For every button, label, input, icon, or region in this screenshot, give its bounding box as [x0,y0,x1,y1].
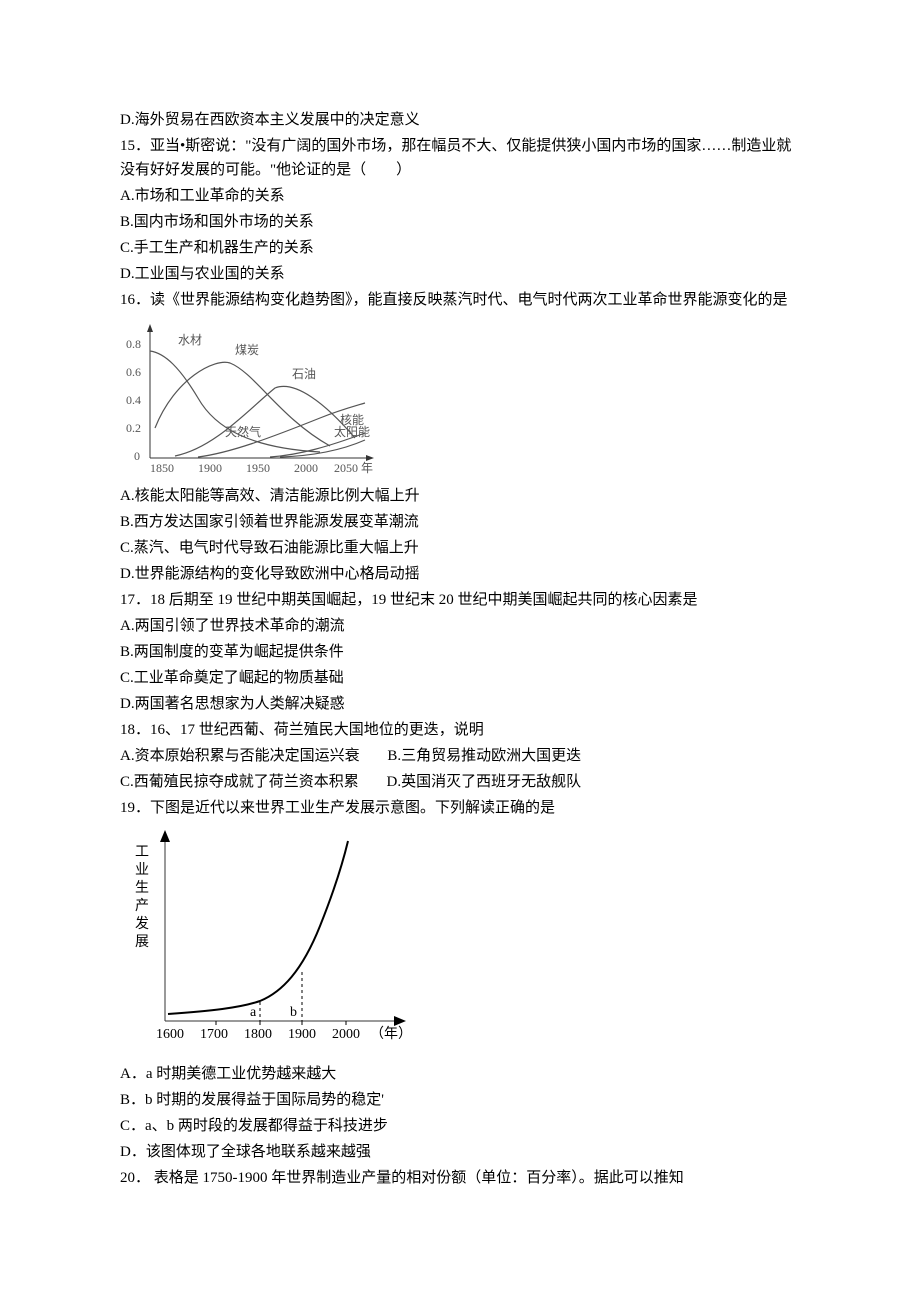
q19-option-b: B．b 时期的发展得益于国际局势的稳定' [120,1088,800,1112]
q15-option-c: C.手工生产和机器生产的关系 [120,236,800,260]
q18-option-c: C.西葡殖民掠夺成就了荷兰资本积累 [120,774,359,790]
svg-text:0.6: 0.6 [126,365,141,379]
svg-text:1850: 1850 [150,461,174,475]
svg-text:1700: 1700 [200,1027,228,1042]
svg-text:0.4: 0.4 [126,393,141,407]
label-oil: 石油 [292,367,316,381]
q16-option-d: D.世界能源结构的变化导致欧洲中心格局动摇 [120,562,800,586]
svg-text:0: 0 [134,449,140,463]
q16-option-b: B.西方发达国家引领着世界能源发展变革潮流 [120,510,800,534]
q16-option-c: C.蒸汽、电气时代导致石油能源比重大幅上升 [120,536,800,560]
svg-text:0.2: 0.2 [126,421,141,435]
q15-option-a: A.市场和工业革命的关系 [120,184,800,208]
svg-text:展: 展 [135,935,149,950]
svg-text:0.8: 0.8 [126,337,141,351]
q18-options-row2: C.西葡殖民掠夺成就了荷兰资本积累 D.英国消灭了西班牙无敌舰队 [120,770,800,794]
q16-option-a: A.核能太阳能等高效、清洁能源比例大幅上升 [120,484,800,508]
label-gas: 天然气 [225,424,261,439]
xlabel-year: （年） [370,1026,412,1042]
svg-text:1900: 1900 [198,461,222,475]
svg-text:1600: 1600 [156,1027,184,1042]
q20-stem: 20． 表格是 1750-1900 年世界制造业产量的相对份额（单位：百分率）。… [120,1166,800,1190]
svg-text:生: 生 [135,880,149,896]
marker-b: b [290,1005,297,1020]
q15-option-d: D.工业国与农业国的关系 [120,262,800,286]
q15-option-b: B.国内市场和国外市场的关系 [120,210,800,234]
q15-stem: 15．亚当•斯密说："没有广阔的国外市场，那在幅员不大、仅能提供狭小国内市场的国… [120,134,800,182]
svg-text:业: 业 [135,862,149,878]
q17-option-b: B.两国制度的变革为崛起提供条件 [120,640,800,664]
svg-text:2000: 2000 [332,1027,360,1042]
q19-stem: 19．下图是近代以来世界工业生产发展示意图。下列解读正确的是 [120,796,800,820]
ylabel-industrial: 工 [135,845,149,860]
label-wood: 水材 [178,333,202,347]
svg-text:1950: 1950 [246,461,270,475]
energy-structure-chart: 0.8 0.6 0.4 0.2 0 1850 1900 1950 2000 20… [120,318,800,478]
q18-option-d: D.英国消灭了西班牙无敌舰队 [387,774,582,790]
label-solar: 太阳能 [334,424,370,439]
q17-option-d: D.两国著名思想家为人类解决疑惑 [120,692,800,716]
svg-text:1800: 1800 [244,1027,272,1042]
q19-option-c: C．a、b 两时段的发展都得益于科技进步 [120,1114,800,1138]
q16-stem: 16．读《世界能源结构变化趋势图》，能直接反映蒸汽时代、电气时代两次工业革命世界… [120,288,800,312]
industrial-growth-chart: 工 业 生 产 发 展 1600 1700 1800 1900 2000 （年）… [120,826,800,1056]
q18-stem: 18．16、17 世纪西葡、荷兰殖民大国地位的更迭，说明 [120,718,800,742]
svg-text:1900: 1900 [288,1027,316,1042]
svg-text:产: 产 [135,898,149,914]
q14-option-d: D.海外贸易在西欧资本主义发展中的决定意义 [120,108,800,132]
q18-option-a: A.资本原始积累与否能决定国运兴衰 [120,748,360,764]
q19-option-d: D．该图体现了全球各地联系越来越强 [120,1140,800,1164]
marker-a: a [250,1005,257,1020]
svg-text:2000: 2000 [294,461,318,475]
q18-options-row1: A.资本原始积累与否能决定国运兴衰 B.三角贸易推动欧洲大国更迭 [120,744,800,768]
svg-text:发: 发 [135,916,149,932]
q18-option-b: B.三角贸易推动欧洲大国更迭 [387,748,581,764]
q19-option-a: A．a 时期美德工业优势越来越大 [120,1062,800,1086]
label-coal: 煤炭 [235,343,259,357]
q17-option-c: C.工业革命奠定了崛起的物质基础 [120,666,800,690]
q17-stem: 17．18 后期至 19 世纪中期英国崛起，19 世纪末 20 世纪中期美国崛起… [120,588,800,612]
document-page: D.海外贸易在西欧资本主义发展中的决定意义 15．亚当•斯密说："没有广阔的国外… [0,0,920,1302]
svg-text:2050 年: 2050 年 [334,461,373,475]
q17-option-a: A.两国引领了世界技术革命的潮流 [120,614,800,638]
